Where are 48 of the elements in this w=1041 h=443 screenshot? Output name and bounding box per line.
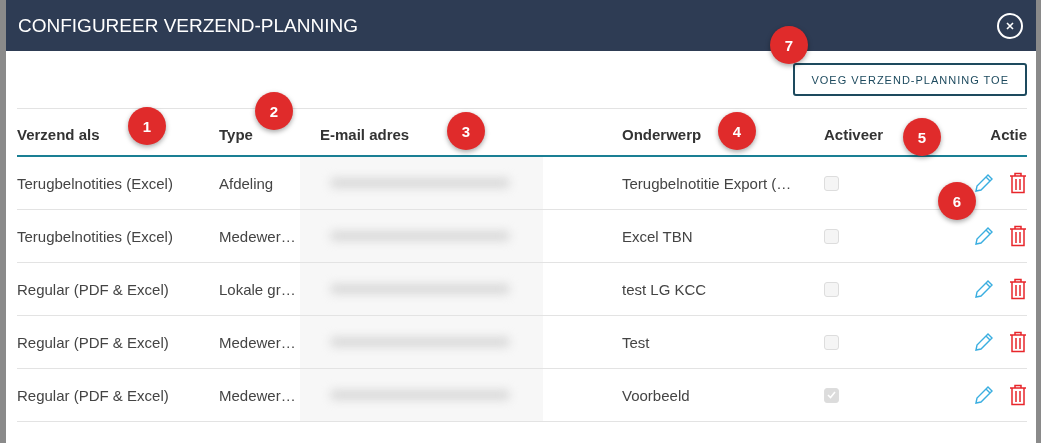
- column-header: E-mail adres: [320, 125, 410, 143]
- delete-trash-icon[interactable]: [1009, 384, 1027, 406]
- edit-pencil-icon[interactable]: [973, 172, 995, 194]
- close-button[interactable]: [997, 12, 1023, 39]
- active-checkbox[interactable]: [824, 281, 839, 297]
- table-cell-text: Terugbelnotities (Excel): [17, 227, 174, 245]
- annotation-badge: 2: [255, 92, 293, 130]
- annotation-badge: 3: [447, 112, 485, 150]
- column-header: Actie: [990, 125, 1027, 143]
- annotation-badge: 1: [128, 107, 166, 145]
- table-cell-text: Regular (PDF & Excel): [17, 386, 170, 404]
- delete-trash-icon[interactable]: [1009, 331, 1027, 353]
- table-cell-text: Excel TBN: [622, 227, 694, 245]
- column-header: Verzend als: [17, 125, 100, 143]
- table-cell-text: Medewer…: [219, 227, 297, 245]
- edit-pencil-icon[interactable]: [973, 225, 995, 247]
- table-cell-text: Regular (PDF & Excel): [17, 280, 170, 298]
- column-header: Activeer: [824, 125, 884, 143]
- active-checkbox[interactable]: [824, 175, 839, 191]
- table-cell-text: Terugbelnotities (Excel): [17, 174, 174, 192]
- delete-trash-icon[interactable]: [1009, 172, 1027, 194]
- add-schedule-button[interactable]: VOEG VERZEND-PLANNING TOE: [793, 63, 1027, 96]
- table-cell-text: Medewer…: [219, 333, 297, 351]
- annotation-badge: 6: [938, 182, 976, 220]
- annotation-badge: 4: [718, 112, 756, 150]
- table-cell-text: Medewer…: [219, 386, 297, 404]
- active-checkbox[interactable]: [824, 334, 839, 350]
- table-cell-text: test LG KCC: [622, 280, 708, 298]
- active-checkbox[interactable]: [824, 228, 839, 244]
- column-header: Type: [219, 125, 253, 143]
- edit-pencil-icon[interactable]: [973, 278, 995, 300]
- delete-trash-icon[interactable]: [1009, 278, 1027, 300]
- annotation-badge: 5: [903, 118, 941, 156]
- checkmark-icon: [827, 391, 836, 399]
- edit-pencil-icon[interactable]: [973, 331, 995, 353]
- annotation-badge: 7: [770, 26, 808, 64]
- active-checkbox[interactable]: [824, 387, 839, 403]
- column-header: Onderwerp: [622, 125, 702, 143]
- table-cell-text: Terugbelnotitie Export (…: [622, 174, 793, 192]
- delete-trash-icon[interactable]: [1009, 225, 1027, 247]
- table-cell-text: Regular (PDF & Excel): [17, 333, 170, 351]
- table-cell-text: Afdeling: [219, 174, 275, 192]
- close-icon: [1005, 20, 1015, 31]
- table-cell-text: Lokale gr…: [219, 280, 297, 298]
- table-cell-text: Test: [622, 333, 651, 351]
- table-cell-text: Voorbeeld: [622, 386, 691, 404]
- dialog-title: CONFIGUREER VERZEND-PLANNING: [18, 14, 358, 37]
- edit-pencil-icon[interactable]: [973, 384, 995, 406]
